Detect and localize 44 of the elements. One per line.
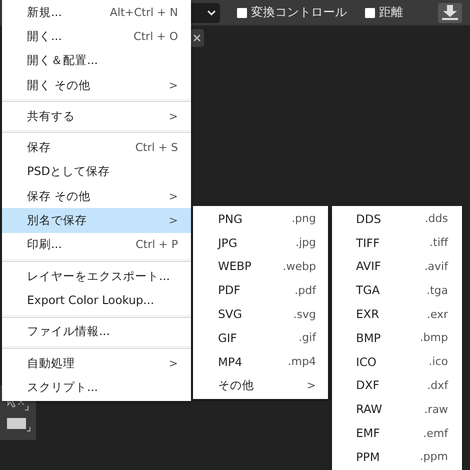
download-button[interactable] <box>438 2 462 22</box>
menu-item[interactable]: AVIF .avif <box>332 254 462 278</box>
menu-item[interactable]: スクリプト... <box>2 375 191 400</box>
menu-item[interactable]: 開く... Ctrl + O <box>2 24 191 49</box>
menu-item[interactable]: TIFF .tiff <box>332 230 462 255</box>
rectangle-tool-icon[interactable] <box>6 416 31 432</box>
menu-item[interactable]: 印刷... Ctrl + P <box>2 232 191 257</box>
menu-item[interactable]: BMP .bmp <box>332 326 462 350</box>
checkbox[interactable] <box>237 8 247 18</box>
checkbox-label: 距離 <box>379 4 403 21</box>
menu-item[interactable]: 別名で保存 > <box>2 208 191 233</box>
close-tab[interactable] <box>190 29 204 47</box>
menu-item[interactable]: TGA .tga <box>332 278 462 302</box>
menu-item[interactable]: DDS .dds <box>332 207 462 231</box>
menu-item[interactable]: 開く その他 > <box>2 72 191 98</box>
menu-item[interactable]: GIF .gif <box>193 326 328 350</box>
checkbox-label: 変換コントロール <box>251 4 347 21</box>
menu-item[interactable]: ICO .ico <box>332 350 462 374</box>
menu-item[interactable]: SVG .svg <box>193 302 328 326</box>
chevron-down-icon <box>207 10 216 16</box>
menu-item[interactable]: PPM .ppm <box>332 444 462 469</box>
menu-item[interactable]: 共有する > <box>2 104 191 128</box>
menu-item[interactable]: DXF .dxf <box>332 374 462 398</box>
menu-item[interactable]: レイヤーをエクスポート... <box>2 264 191 288</box>
menu-item[interactable]: 保存 Ctrl + S <box>2 135 191 160</box>
menu-item[interactable]: EMF .emf <box>332 421 462 445</box>
menu-item[interactable]: JPG .jpg <box>193 230 328 255</box>
menu-item[interactable]: PSDとして保存 <box>2 160 191 184</box>
menu-item[interactable]: MP4 .mp4 <box>193 350 328 374</box>
checkbox[interactable] <box>365 8 375 18</box>
menu-item[interactable]: 自動処理 > <box>2 350 191 376</box>
menu-item[interactable]: その他 > <box>193 374 328 398</box>
menu-item[interactable]: EXR .exr <box>332 302 462 326</box>
menu-item[interactable]: PNG .png <box>193 207 328 231</box>
menu-item[interactable]: RAW .raw <box>332 397 462 422</box>
close-icon <box>193 34 201 42</box>
download-icon <box>442 5 458 20</box>
menu-item[interactable]: WEBP .webp <box>193 254 328 278</box>
menu-item[interactable]: 新規... Alt+Ctrl + N <box>2 0 191 24</box>
menu-item[interactable]: Export Color Lookup... <box>2 288 191 313</box>
menu-item[interactable]: ファイル情報... <box>2 320 191 344</box>
menu-item[interactable]: 保存 その他 > <box>2 184 191 208</box>
menu-item[interactable]: 開く＆配置... <box>2 48 191 73</box>
menu-item[interactable]: PDF .pdf <box>193 278 328 302</box>
